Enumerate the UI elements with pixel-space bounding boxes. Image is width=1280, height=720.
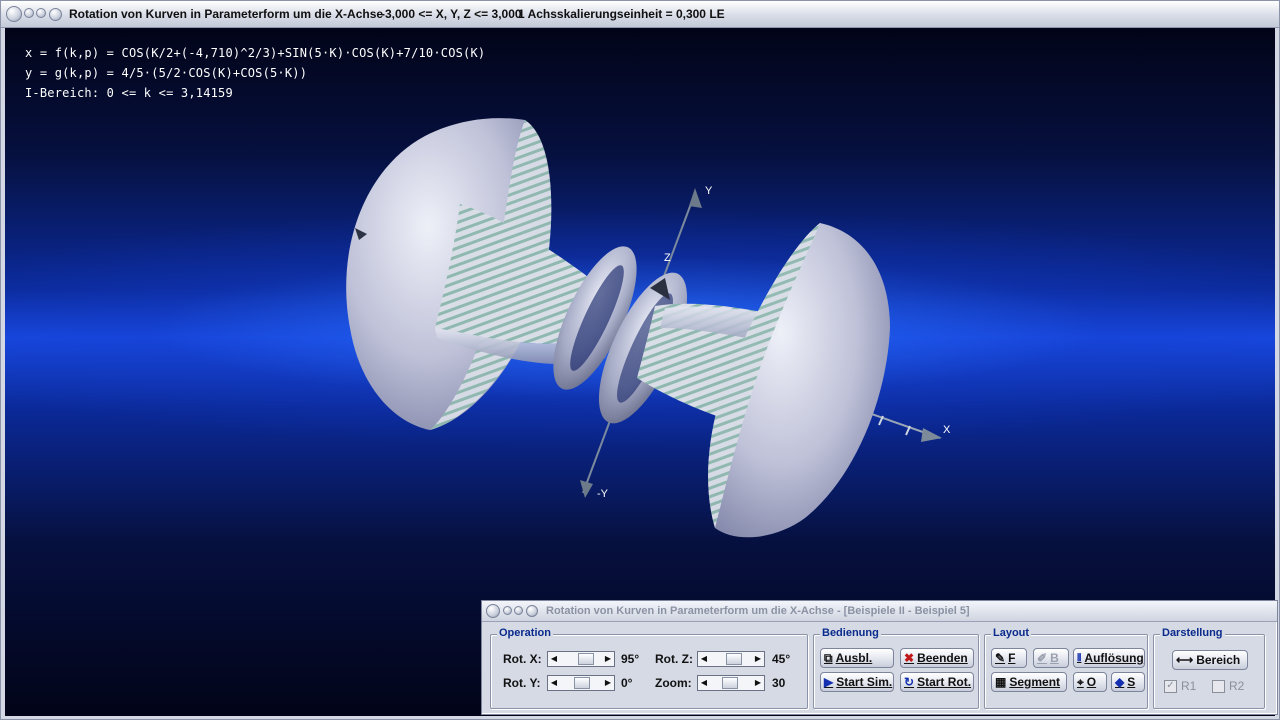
r2-box [1212,679,1225,693]
panel-title-bar[interactable]: Rotation von Kurven in Parameterform um … [482,601,1277,622]
window-scale: 1 Achsskalierungseinheit = 0,300 LE [518,7,725,21]
rot-z-right-icon[interactable]: ▶ [752,652,764,666]
r2-checkbox[interactable]: R2 [1212,679,1244,693]
rot-z-thumb[interactable] [726,653,742,665]
x-axis-arrow [921,428,942,442]
grid-icon: ▦ [995,675,1007,689]
axis-label-neg-y: -Y [597,488,608,500]
rot-z-slider[interactable]: ◀ ▶ [697,651,765,667]
layout-group: Layout ✎ F ✐ B ⦀ Auflösung ▦ Segment ⌖ O ◆ S [984,627,1148,709]
rot-y-value: 0° [621,676,633,690]
axis-label-z: Z [664,252,671,264]
rot-x-right-icon[interactable]: ▶ [602,652,614,666]
darstellung-title: Darstellung [1160,627,1225,639]
window-title: Rotation von Kurven in Parameterform um … [69,7,384,21]
start-sim-button[interactable]: ▶ Start Sim. [820,672,894,692]
origin-icon: ⌖ [1077,674,1084,689]
axis-label-y: Y [705,185,713,197]
rot-y-slider[interactable]: ◀ ▶ [547,675,615,691]
bedienung-group: Bedienung ⧉ Ausbl. ✖ Beenden ▶ Start Sim. ↻… [813,627,979,709]
start-rot-button[interactable]: ↻ Start Rot. [900,672,974,692]
zoom-label: Zoom: [655,676,692,690]
operation-title: Operation [497,627,553,639]
window-menu-icon[interactable] [6,6,22,22]
rot-y-label: Rot. Y: [503,676,541,690]
rot-x-left-icon[interactable]: ◀ [548,652,560,666]
rot-z-value: 45° [772,652,791,666]
range-icon: ⟷ [1176,653,1194,667]
darstellung-group: Darstellung ⟷ Bereich ✓ R1 R2 [1153,627,1265,709]
r1-checkbox[interactable]: ✓ R1 [1164,679,1196,693]
aufloesung-button[interactable]: ⦀ Auflösung [1073,648,1145,668]
paint-icon: ◆ [1115,675,1125,689]
f-button[interactable]: ✎ F [991,648,1027,668]
rot-x-value: 95° [621,652,640,666]
beenden-button[interactable]: ✖ Beenden [900,648,974,668]
zoom-value: 30 [772,676,786,690]
zoom-slider[interactable]: ◀ ▶ [697,675,765,691]
rot-x-label: Rot. X: [503,652,542,666]
close-x-icon: ✖ [904,651,915,665]
play-icon: ▶ [824,675,834,689]
panel-title: Rotation von Kurven in Parameterform um … [546,605,970,617]
y-axis-arrow [689,188,702,208]
panel-menu-icon[interactable] [486,604,500,618]
resolution-icon: ⦀ [1077,652,1082,664]
pen-icon: ✎ [995,651,1006,665]
window-range: -3,000 <= X, Y, Z <= 3,000 [381,7,522,21]
segment-button[interactable]: ▦ Segment [991,672,1067,692]
o-button[interactable]: ⌖ O [1073,672,1107,692]
neg-y-axis-arrow [580,480,593,498]
close-icon[interactable] [49,8,62,21]
minimize-icon[interactable] [24,8,34,18]
hide-icon: ⧉ [824,650,833,665]
bereich-button[interactable]: ⟷ Bereich [1172,650,1248,670]
rot-z-left-icon[interactable]: ◀ [698,652,710,666]
zoom-right-icon[interactable]: ▶ [752,676,764,690]
rot-y-right-icon[interactable]: ▶ [602,676,614,690]
panel-maximize-icon[interactable] [514,606,523,615]
rot-x-thumb[interactable] [578,653,594,665]
rot-y-thumb[interactable] [574,677,590,689]
rot-z-label: Rot. Z: [655,652,693,666]
panel-close-icon[interactable] [526,605,538,617]
rotate-icon: ↻ [904,675,915,689]
layout-title: Layout [991,627,1032,639]
zoom-left-icon[interactable]: ◀ [698,676,710,690]
rot-x-slider[interactable]: ◀ ▶ [547,651,615,667]
rot-y-left-icon[interactable]: ◀ [548,676,560,690]
r1-check-icon: ✓ [1164,679,1177,693]
ausbl-button[interactable]: ⧉ Ausbl. [820,648,894,668]
right-shell [708,223,890,538]
title-bar: Rotation von Kurven in Parameterform um … [1,1,1279,28]
operation-group: Operation Rot. X: ◀ ▶ 95° Rot. Y: ◀ ▶ 0°… [490,627,808,709]
b-button[interactable]: ✐ B [1033,648,1069,668]
panel-minimize-icon[interactable] [503,606,512,615]
maximize-icon[interactable] [36,8,46,18]
zoom-thumb[interactable] [722,677,738,689]
brush-icon: ✐ [1037,651,1048,665]
bedienung-title: Bedienung [820,627,881,639]
s-button[interactable]: ◆ S [1111,672,1145,692]
axis-label-x: X [943,424,951,436]
control-panel: Rotation von Kurven in Parameterform um … [481,600,1278,715]
